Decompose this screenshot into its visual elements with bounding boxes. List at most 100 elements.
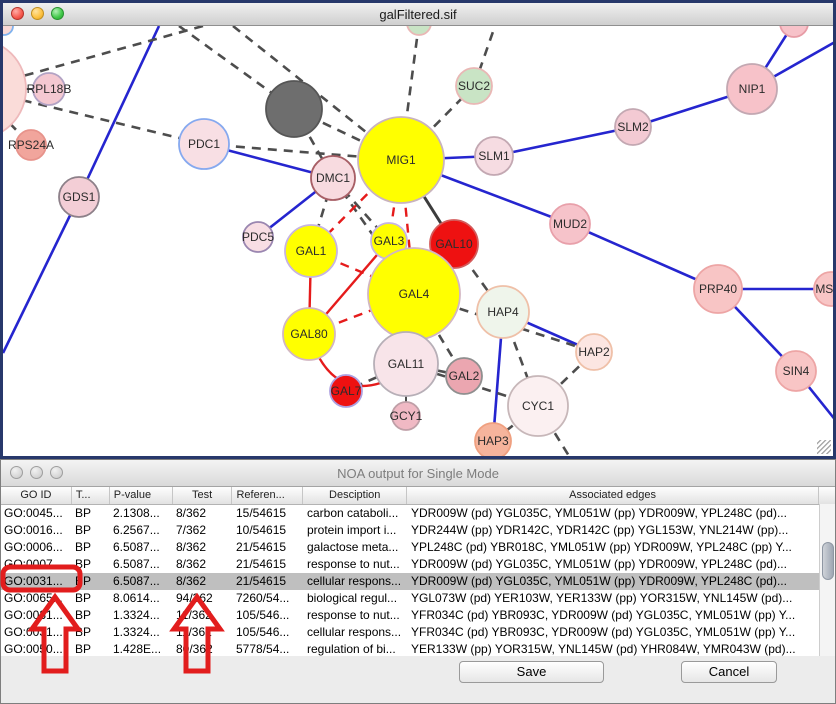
table-cell: galactose meta... — [304, 539, 408, 556]
table-row[interactable]: GO:0006...BP6.5087...8/36221/54615galact… — [1, 539, 835, 556]
table-cell: 2.1308... — [110, 505, 173, 522]
traffic-lights-inactive — [10, 466, 70, 479]
table-cell: 94/362 — [173, 590, 233, 607]
network-node-label: GAL4 — [399, 287, 430, 301]
network-node-label: SIN4 — [783, 364, 810, 378]
network-node-label: PDC5 — [242, 230, 274, 244]
table-cell: GO:0006... — [1, 539, 72, 556]
table-cell: 1.3324... — [110, 624, 173, 641]
table-cell: 8/362 — [173, 573, 233, 590]
vertical-scrollbar[interactable] — [819, 504, 835, 658]
network-node-label: GAL10 — [435, 237, 473, 251]
table-cell: GO:0007... — [1, 556, 72, 573]
network-node-bigpink[interactable] — [3, 39, 26, 139]
network-node-label: HAP2 — [578, 345, 610, 359]
table-cell: 8/362 — [173, 505, 233, 522]
table-row[interactable]: GO:0016...BP6.2567...7/36210/54615protei… — [1, 522, 835, 539]
save-button[interactable]: Save — [459, 661, 604, 683]
column-header[interactable]: Test — [173, 487, 233, 504]
cancel-button[interactable]: Cancel — [681, 661, 777, 683]
table-row[interactable]: GO:0045...BP2.1308...8/36215/54615carbon… — [1, 505, 835, 522]
zoom-button[interactable] — [50, 466, 63, 479]
table-cell: 21/54615 — [233, 573, 304, 590]
table-cell: 8/362 — [173, 539, 233, 556]
table-row[interactable]: GO:0031...BP1.3324...11/362105/546...cel… — [1, 624, 835, 641]
network-node-topgreen[interactable] — [407, 26, 431, 35]
table-cell: 7/362 — [173, 522, 233, 539]
network-edge[interactable] — [3, 26, 203, 89]
close-button[interactable] — [11, 7, 24, 20]
network-window-titlebar[interactable]: galFiltered.sif — [3, 3, 833, 26]
network-node-label: SLM1 — [478, 149, 510, 163]
network-edge[interactable] — [79, 26, 159, 197]
table-cell: cellular respons... — [304, 624, 408, 641]
network-node-label: HAP3 — [477, 434, 509, 448]
column-header[interactable]: Associated edges — [407, 487, 819, 504]
zoom-button[interactable] — [51, 7, 64, 20]
column-header[interactable]: Desciption — [303, 487, 407, 504]
network-node-corner1[interactable] — [3, 26, 13, 35]
column-header[interactable]: Referen... — [232, 487, 303, 504]
table-row[interactable]: GO:0065...BP8.0614...94/3627260/54...bio… — [1, 590, 835, 607]
table-cell: 6.2567... — [110, 522, 173, 539]
table-cell: BP — [72, 607, 110, 624]
table-cell: 6.5087... — [110, 573, 173, 590]
table-cell: protein import i... — [304, 522, 408, 539]
network-node-label: RPS24A — [8, 138, 54, 152]
table-cell: 8/362 — [173, 556, 233, 573]
network-node-label: GDS1 — [63, 190, 96, 204]
table-cell: BP — [72, 522, 110, 539]
table-cell: GO:0031... — [1, 573, 72, 590]
network-node-label: GAL2 — [449, 369, 480, 383]
network-node-trpink[interactable] — [780, 26, 808, 37]
network-node-label: MIG1 — [386, 153, 416, 167]
column-header-spacer — [819, 487, 835, 504]
column-header[interactable]: P-value — [110, 487, 173, 504]
network-edge[interactable] — [3, 197, 79, 353]
table-cell: BP — [72, 590, 110, 607]
table-cell: 105/546... — [233, 624, 304, 641]
network-canvas[interactable]: RPL18BRPS24AGDS1PDC1MIG1SUC2SLM1SLM2NIP1… — [3, 26, 833, 456]
network-node-label: PDC1 — [188, 137, 220, 151]
table-cell: GO:0031... — [1, 607, 72, 624]
noa-output-window: NOA output for Single Mode GO IDT...P-va… — [0, 459, 836, 704]
scrollbar-thumb[interactable] — [822, 542, 834, 580]
network-node-label: GCY1 — [390, 409, 423, 423]
network-node-label: NIP1 — [739, 82, 766, 96]
network-node-label: MUD2 — [553, 217, 587, 231]
table-cell: BP — [72, 624, 110, 641]
table-cell: GO:0031... — [1, 624, 72, 641]
column-header[interactable]: GO ID — [1, 487, 72, 504]
table-cell: biological regul... — [304, 590, 408, 607]
noa-window-titlebar[interactable]: NOA output for Single Mode — [1, 460, 835, 487]
table-cell: YGL073W (pd) YER103W, YER133W (pp) YOR31… — [408, 590, 821, 607]
minimize-button[interactable] — [31, 7, 44, 20]
close-button[interactable] — [10, 466, 23, 479]
resize-grip[interactable] — [817, 440, 831, 454]
table-cell: BP — [72, 539, 110, 556]
network-node-label: GAL11 — [388, 357, 425, 371]
table-row[interactable]: GO:0007...BP6.5087...8/36221/54615respon… — [1, 556, 835, 573]
network-node-graynode[interactable] — [266, 81, 322, 137]
table-cell: YDR009W (pd) YGL035C, YML051W (pp) YDR00… — [408, 505, 821, 522]
button-bar: Save Cancel — [1, 656, 835, 703]
minimize-button[interactable] — [30, 466, 43, 479]
table-cell: response to nut... — [304, 556, 408, 573]
column-header[interactable]: T... — [72, 487, 110, 504]
table-cell: 10/54615 — [233, 522, 304, 539]
network-node-label: DMC1 — [316, 171, 350, 185]
table-row[interactable]: GO:0031...BP6.5087...8/36221/54615cellul… — [1, 573, 835, 590]
network-node-label: GAL80 — [290, 327, 328, 341]
table-row[interactable]: GO:0031...BP1.3324...11/362105/546...res… — [1, 607, 835, 624]
table-cell: BP — [72, 573, 110, 590]
network-node-label: PRP40 — [699, 282, 737, 296]
network-node-label: GAL1 — [296, 244, 327, 258]
table-cell: YPL248C (pd) YBR018C, YML051W (pp) YDR00… — [408, 539, 821, 556]
network-edge[interactable] — [494, 127, 633, 156]
table-cell: 15/54615 — [233, 505, 304, 522]
network-node-label: RPL18B — [27, 82, 72, 96]
table-cell: YFR034C (pd) YBR093C, YDR009W (pd) YGL03… — [408, 624, 821, 641]
network-svg: RPL18BRPS24AGDS1PDC1MIG1SUC2SLM1SLM2NIP1… — [3, 26, 833, 456]
table-cell: 6.5087... — [110, 556, 173, 573]
network-node-label: GAL7 — [331, 384, 362, 398]
